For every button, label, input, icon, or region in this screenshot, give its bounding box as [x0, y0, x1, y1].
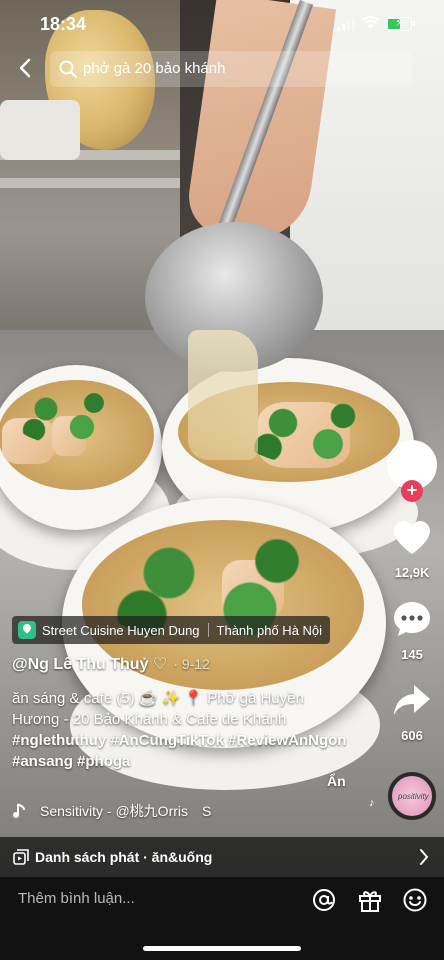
collapse-caption-button[interactable]: Ẩn: [327, 773, 346, 789]
gift-icon[interactable]: [357, 887, 383, 913]
music-title: Sensitivity - @桃九Orris: [40, 803, 188, 819]
post-caption: ăn sáng & cafe (5) ☕️ ✨ 📍 Phở gà Huyền H…: [12, 688, 352, 772]
back-arrow-icon[interactable]: [14, 56, 38, 80]
comment-input[interactable]: Thêm bình luận...: [18, 890, 135, 907]
creator-avatar[interactable]: +: [387, 440, 437, 502]
search-icon: [59, 60, 78, 79]
music-title-trail: S: [202, 803, 212, 819]
emoji-icon[interactable]: [402, 887, 428, 913]
location-separator: [207, 623, 209, 637]
playlist-icon: [13, 849, 29, 865]
signal-icon: [337, 18, 355, 31]
share-icon: [394, 685, 430, 715]
playlist-label: Danh sách phát · ăn&uống: [35, 849, 213, 865]
like-count: 12,9K: [394, 565, 430, 580]
heart-icon: [394, 521, 430, 554]
music-note-icon: ♪: [369, 797, 375, 809]
search-query: phở gà 20 bảo khánh: [83, 60, 226, 77]
post-username[interactable]: @Ng Lê Thu Thuỷ ♡ · 9-12: [12, 654, 210, 674]
username-text: @Ng Lê Thu Thuỷ ♡: [12, 656, 168, 673]
post-date: · 9-12: [173, 656, 210, 672]
comment-button[interactable]: 145: [384, 600, 440, 662]
share-count: 606: [401, 728, 423, 743]
plus-icon: +: [406, 480, 418, 500]
location-city: Thành phố Hà Nội: [216, 622, 323, 638]
follow-plus-button[interactable]: +: [401, 480, 423, 502]
comment-count: 145: [401, 647, 423, 662]
at-icon[interactable]: [311, 887, 337, 913]
hashtags-line-1[interactable]: #nglethuthuy #AnCungTikTok #ReviewAnNgon: [12, 730, 352, 751]
music-disc[interactable]: positivity: [388, 772, 436, 820]
location-place: Street Cuisine Huyen Dung: [42, 622, 200, 638]
status-bar: 18:34 ⚡: [0, 0, 444, 50]
broth-stream: [188, 330, 258, 460]
wifi-icon: [362, 16, 380, 29]
status-time: 18:34: [40, 14, 87, 34]
share-button[interactable]: 606: [384, 683, 440, 743]
search-bar[interactable]: phở gà 20 bảo khánh: [50, 51, 412, 87]
chevron-right-icon: [420, 849, 429, 865]
battery-icon: ⚡: [386, 17, 415, 31]
like-button[interactable]: 12,9K: [384, 520, 440, 580]
home-indicator[interactable]: [143, 946, 301, 951]
caption-line-1: ăn sáng & cafe (5) ☕️ ✨ 📍 Phở gà Huyền: [12, 690, 304, 707]
comment-icon: [394, 602, 430, 636]
hashtags-line-2[interactable]: #ansang #phoga: [12, 751, 352, 772]
caption-line-2: Hương - 20 Bảo Khánh & Cafe de Khánh: [12, 711, 287, 728]
location-tag[interactable]: Street Cuisine Huyen Dung Thành phố Hà N…: [12, 616, 331, 644]
location-pin-icon: [18, 621, 36, 639]
music-info[interactable]: Sensitivity - @桃九Orris S: [12, 801, 211, 821]
disc-label: positivity: [398, 792, 429, 801]
music-note-icon: [13, 803, 25, 818]
playlist-bar[interactable]: Danh sách phát · ăn&uống: [0, 837, 444, 877]
